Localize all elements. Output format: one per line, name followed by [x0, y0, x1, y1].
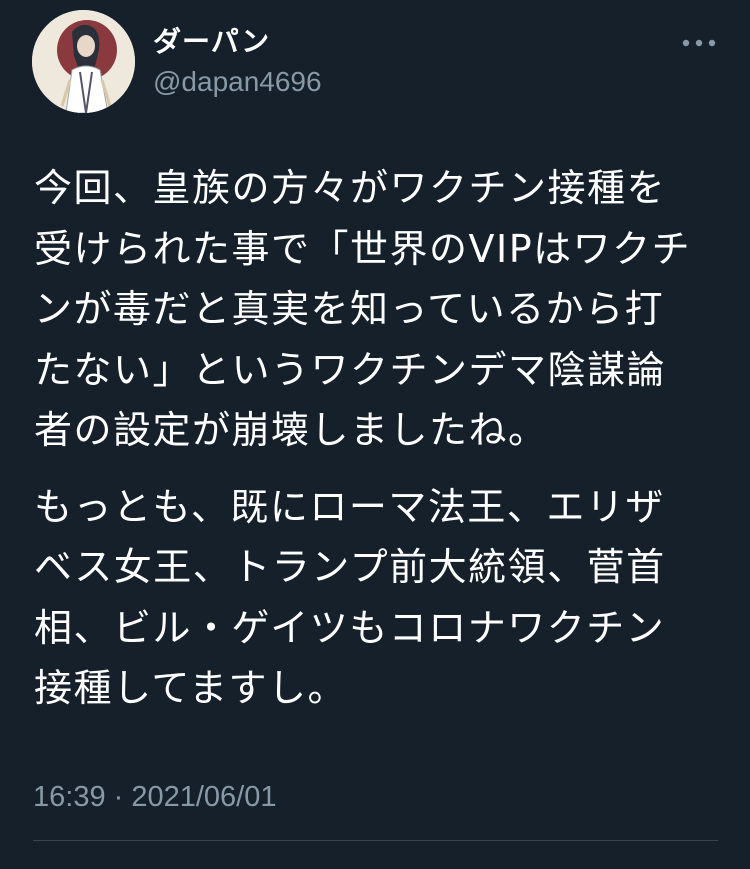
- tweet-text: 今回、皇族の方々がワクチン接種を 受けられた事で「世界のVIPはワクチ ンが毒だ…: [34, 158, 724, 719]
- avatar-illustration: [32, 10, 135, 113]
- more-horizontal-icon: [682, 39, 716, 47]
- tweet-detail: ダーパン @dapan4696 今回、皇族の方々がワクチン接種を 受けられた事で…: [0, 0, 750, 869]
- user-handle[interactable]: @dapan4696: [153, 64, 322, 100]
- more-button[interactable]: [676, 28, 722, 58]
- tweet-paragraph: もっとも、既にローマ法王、エリザ ベス女王、トランプ前大統領、菅首 相、ビル・ゲ…: [34, 484, 666, 711]
- tweet-paragraph: 今回、皇族の方々がワクチン接種を 受けられた事で「世界のVIPはワクチ ンが毒だ…: [34, 166, 692, 452]
- display-name[interactable]: ダーパン: [153, 24, 270, 60]
- engagement-stats-cutoff: [33, 853, 453, 869]
- divider: [33, 840, 718, 841]
- tweet-timestamp[interactable]: 16:39 · 2021/06/01: [33, 779, 276, 815]
- avatar[interactable]: [32, 10, 135, 113]
